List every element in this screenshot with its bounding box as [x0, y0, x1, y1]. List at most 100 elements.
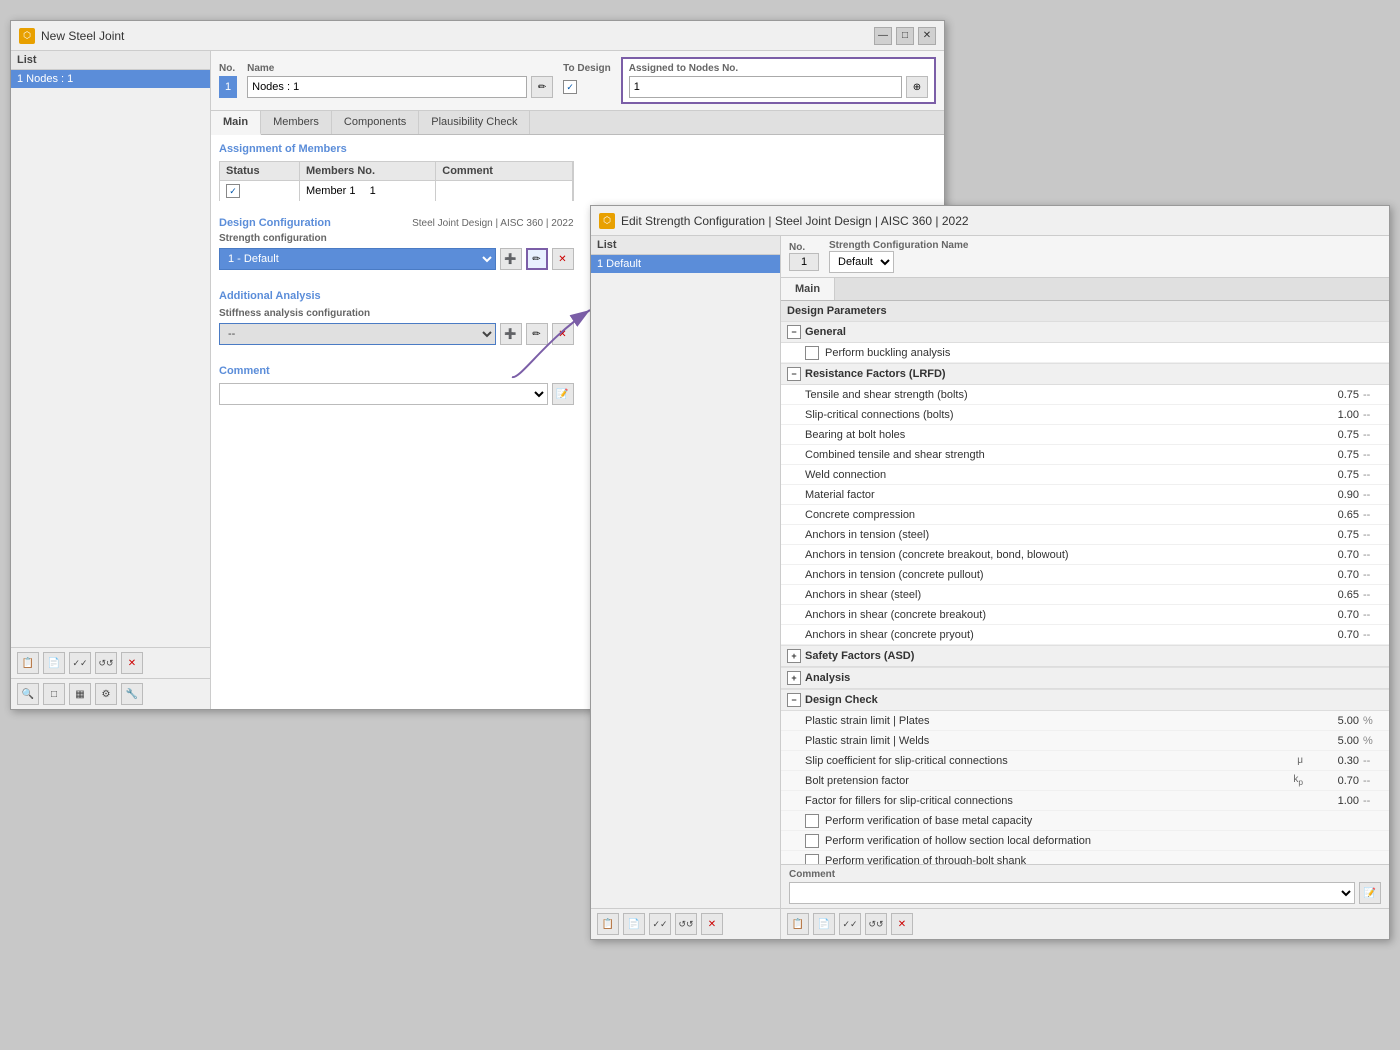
stiffness-edit-btn[interactable]: ✏ — [526, 323, 548, 345]
stiffness-config-select[interactable]: -- — [219, 323, 496, 345]
edit-paste-btn[interactable]: 📄 — [623, 913, 645, 935]
anchor-tension-concrete-row: Anchors in tension (concrete breakout, b… — [781, 545, 1389, 565]
minimize-button[interactable]: — — [874, 27, 892, 45]
resistance-header[interactable]: − Resistance Factors (LRFD) — [781, 364, 1389, 385]
tab-plausibility[interactable]: Plausibility Check — [419, 111, 530, 134]
check-btn[interactable]: ✓✓ — [69, 652, 91, 674]
edit-comment-add-btn[interactable]: 📝 — [1359, 882, 1381, 904]
resistance-section: − Resistance Factors (LRFD) Tensile and … — [781, 364, 1389, 646]
assigned-select-btn[interactable]: ⊕ — [906, 76, 928, 98]
search-btn[interactable]: 🔍 — [17, 683, 39, 705]
anchor-shear-breakout-unit: -- — [1363, 609, 1383, 621]
general-header[interactable]: − General — [781, 322, 1389, 343]
weld-unit: -- — [1363, 469, 1383, 481]
to-design-checkbox[interactable]: ✓ — [563, 80, 577, 94]
safety-header[interactable]: + Safety Factors (ASD) — [781, 646, 1389, 667]
edit-list-item[interactable]: 1 Default — [591, 255, 780, 273]
copy-btn[interactable]: 📋 — [17, 652, 39, 674]
hollow-section-checkbox[interactable] — [805, 834, 819, 848]
view-btn[interactable]: □ — [43, 683, 65, 705]
general-label: General — [805, 326, 846, 338]
analysis-header[interactable]: + Analysis — [781, 668, 1389, 689]
to-design-label: To Design — [563, 63, 611, 74]
tools-btn[interactable]: 🔧 — [121, 683, 143, 705]
grid-btn[interactable]: ▦ — [69, 683, 91, 705]
edit-reset-btn[interactable]: ↺↺ — [675, 913, 697, 935]
design-check-header[interactable]: − Design Check — [781, 690, 1389, 711]
edit-app-icon: ⬡ — [599, 213, 615, 229]
strength-delete-btn[interactable]: ✕ — [552, 248, 574, 270]
members-no-header: Members No. — [300, 162, 436, 180]
anchor-shear-steel-value: 0.65 — [1303, 589, 1363, 601]
edit-tab-main[interactable]: Main — [781, 278, 835, 300]
main-tab-bar: Main Members Components Plausibility Che… — [211, 111, 944, 135]
stiffness-delete-btn[interactable]: ✕ — [552, 323, 574, 345]
slip-coeff-value: 0.30 — [1303, 755, 1363, 767]
edit-check-btn[interactable]: ✓✓ — [649, 913, 671, 935]
buckling-checkbox[interactable] — [805, 346, 819, 360]
analysis-label: Analysis — [805, 672, 850, 684]
bearing-label: Bearing at bolt holes — [805, 429, 1303, 441]
maximize-button[interactable]: □ — [896, 27, 914, 45]
base-metal-checkbox[interactable] — [805, 814, 819, 828]
comment-select[interactable] — [219, 383, 548, 405]
buckling-label: Perform buckling analysis — [825, 347, 1383, 359]
tab-main[interactable]: Main — [211, 111, 261, 135]
fillers-row: Factor for fillers for slip-critical con… — [781, 791, 1389, 811]
close-button[interactable]: ✕ — [918, 27, 936, 45]
config-name-label: Strength Configuration Name — [829, 240, 1381, 251]
edit-comment-select[interactable] — [789, 882, 1355, 904]
list-item[interactable]: 1 Nodes : 1 — [11, 70, 210, 88]
stiffness-add-btn[interactable]: ➕ — [500, 323, 522, 345]
assigned-label: Assigned to Nodes No. — [629, 63, 928, 74]
strength-add-btn[interactable]: ➕ — [500, 248, 522, 270]
edit-copy-btn[interactable]: 📋 — [597, 913, 619, 935]
settings-btn[interactable]: ⚙ — [95, 683, 117, 705]
through-bolt-checkbox[interactable] — [805, 854, 819, 865]
paste-btn[interactable]: 📄 — [43, 652, 65, 674]
edit-name-btn[interactable]: ✏ — [531, 76, 553, 98]
bearing-row: Bearing at bolt holes 0.75 -- — [781, 425, 1389, 445]
edit-toolbar-copy[interactable]: 📋 — [787, 913, 809, 935]
bolt-pretension-unit: -- — [1363, 775, 1383, 787]
assigned-input[interactable] — [629, 76, 902, 98]
comment-add-btn[interactable]: 📝 — [552, 383, 574, 405]
edit-delete-btn[interactable]: ✕ — [701, 913, 723, 935]
concrete-comp-unit: -- — [1363, 509, 1383, 521]
tab-members[interactable]: Members — [261, 111, 332, 134]
member-name: Member 1 — [306, 185, 356, 197]
tab-components[interactable]: Components — [332, 111, 419, 134]
name-input[interactable] — [247, 76, 527, 98]
member-no-cell: Member 1 1 — [300, 181, 436, 201]
delete-btn[interactable]: ✕ — [121, 652, 143, 674]
bearing-value: 0.75 — [1303, 429, 1363, 441]
name-label: Name — [247, 63, 553, 74]
edit-list-toolbar: 📋 📄 ✓✓ ↺↺ ✕ — [591, 908, 780, 939]
reset-btn[interactable]: ↺↺ — [95, 652, 117, 674]
concrete-comp-row: Concrete compression 0.65 -- — [781, 505, 1389, 525]
members-table-header: Status Members No. Comment — [219, 161, 574, 180]
edit-no-value: 1 — [789, 253, 819, 271]
safety-section: + Safety Factors (ASD) — [781, 646, 1389, 668]
design-params-header: Design Parameters — [781, 301, 1389, 322]
safety-expand-icon: + — [787, 649, 801, 663]
config-name-select[interactable]: Default — [829, 251, 894, 273]
design-config-subtitle: Steel Joint Design | AISC 360 | 2022 — [412, 218, 573, 229]
comment-header: Comment — [436, 162, 572, 180]
member-checkbox[interactable]: ✓ — [226, 184, 240, 198]
anchor-tension-pullout-unit: -- — [1363, 569, 1383, 581]
edit-toolbar-check[interactable]: ✓✓ — [839, 913, 861, 935]
edit-list-header: List — [591, 236, 780, 255]
slip-value: 1.00 — [1303, 409, 1363, 421]
edit-toolbar-reset[interactable]: ↺↺ — [865, 913, 887, 935]
anchor-shear-steel-unit: -- — [1363, 589, 1383, 601]
anchor-shear-pryout-label: Anchors in shear (concrete pryout) — [805, 629, 1303, 641]
strength-edit-btn[interactable]: ✏ — [526, 248, 548, 270]
slip-row: Slip-critical connections (bolts) 1.00 -… — [781, 405, 1389, 425]
combined-unit: -- — [1363, 449, 1383, 461]
edit-toolbar-paste[interactable]: 📄 — [813, 913, 835, 935]
strength-config-select[interactable]: 1 - Default — [219, 248, 496, 270]
assignment-title: Assignment of Members — [219, 143, 574, 155]
slip-coeff-row: Slip coefficient for slip-critical conne… — [781, 751, 1389, 771]
edit-toolbar-delete[interactable]: ✕ — [891, 913, 913, 935]
